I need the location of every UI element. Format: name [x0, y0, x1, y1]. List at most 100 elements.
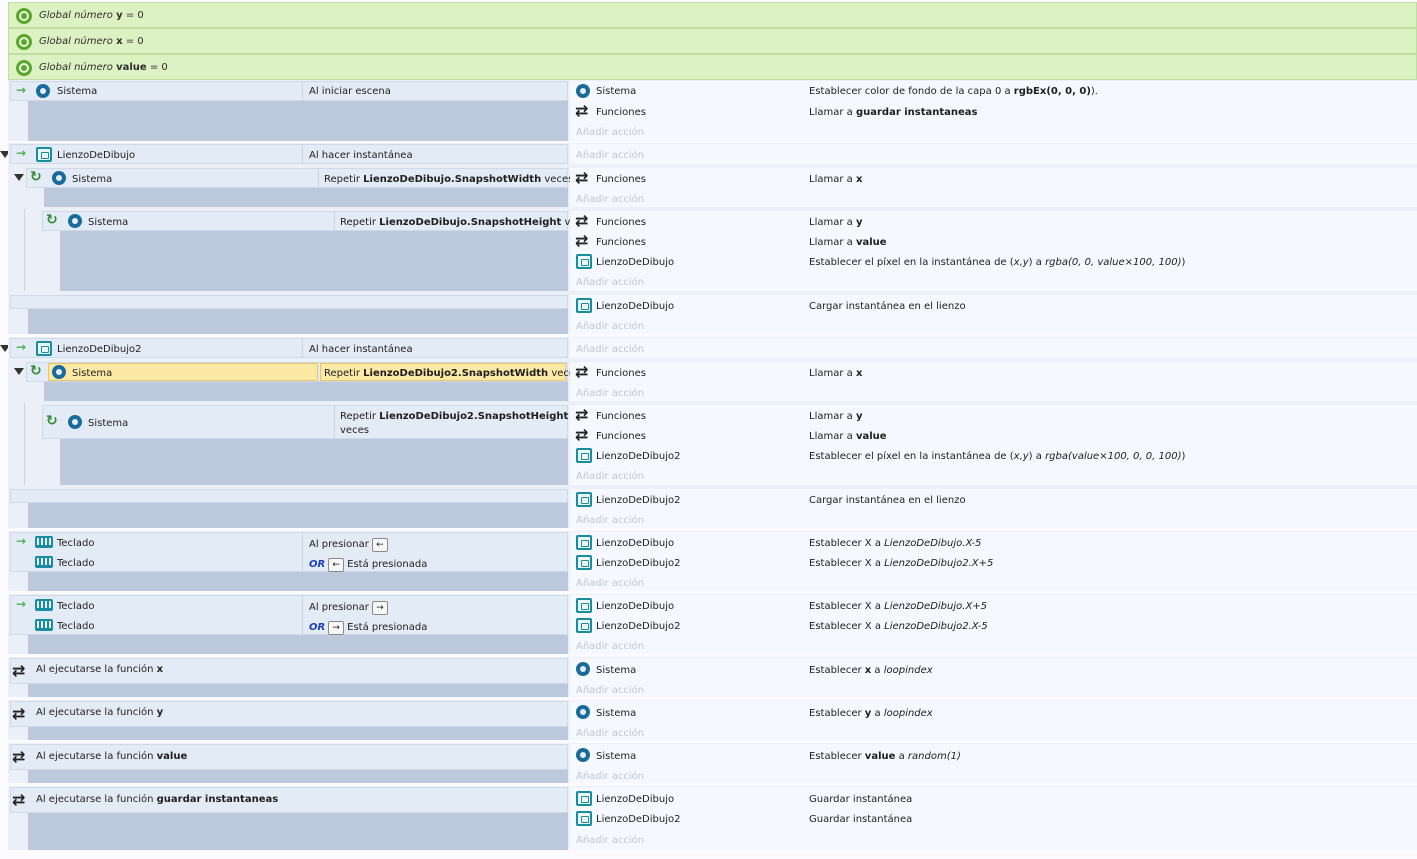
object-name: Teclado — [57, 621, 95, 632]
object-name: Teclado — [57, 558, 95, 569]
add-action-link[interactable]: Añadir acción — [576, 321, 644, 332]
loop-icon: ↻ — [30, 363, 42, 379]
right-arrow-key: → — [328, 621, 344, 635]
action-set-var[interactable]: Establecer x a loopindex — [809, 665, 933, 676]
global-variable-x[interactable]: Global número x = 0 — [8, 28, 1417, 54]
function-icon: ⇄ — [575, 211, 589, 230]
condition-text: Al hacer instantánea — [309, 344, 413, 355]
keyboard-icon — [35, 536, 53, 548]
add-action-link[interactable]: Añadir acción — [576, 388, 644, 399]
action-set-var[interactable]: Establecer y a loopindex — [809, 708, 933, 719]
action-call-value[interactable]: Llamar a value — [809, 431, 887, 442]
function-icon: ⇄ — [12, 790, 26, 809]
loop-icon: ↻ — [46, 413, 58, 429]
global-prefix: Global número — [39, 62, 113, 73]
empty-condition-row[interactable] — [10, 295, 568, 309]
condition-repeat-width: Repetir LienzoDeDibujo.SnapshotWidth vec… — [324, 174, 574, 185]
add-action-link[interactable]: Añadir acción — [576, 685, 644, 696]
object-name: Sistema — [72, 174, 113, 185]
action-object: LienzoDeDibujo — [596, 794, 675, 805]
action-call-function[interactable]: Llamar a guardar instantaneas — [809, 107, 978, 118]
action-set-x[interactable]: Establecer X a LienzoDeDibujo.X-5 — [809, 538, 981, 549]
add-action-link[interactable]: Añadir acción — [576, 771, 644, 782]
condition-repeat-width: Repetir LienzoDeDibujo2.SnapshotWidth ve… — [324, 368, 581, 379]
global-variable-value[interactable]: Global número value = 0 — [8, 54, 1417, 80]
add-action-link[interactable]: Añadir acción — [576, 277, 644, 288]
add-action-link[interactable]: Añadir acción — [576, 344, 644, 355]
action-call-x[interactable]: Llamar a x — [809, 368, 862, 379]
add-action-link[interactable]: Añadir acción — [576, 471, 644, 482]
collapse-triangle-icon[interactable] — [14, 174, 24, 181]
loop-icon: ↻ — [30, 169, 42, 185]
action-set-x[interactable]: Establecer X a LienzoDeDibujo.X+5 — [809, 601, 987, 612]
gear-icon — [36, 84, 50, 98]
add-action-link[interactable]: Añadir acción — [576, 835, 644, 846]
condition-repeat-suffix: veces — [340, 425, 369, 436]
drawing-canvas-icon — [576, 811, 592, 826]
action-set-pixel[interactable]: Establecer el píxel en la instantánea de… — [809, 451, 1185, 462]
action-save-snapshot[interactable]: Guardar instantánea — [809, 814, 912, 825]
function-title: Al ejecutarse la función guardar instant… — [36, 794, 279, 805]
action-call-y[interactable]: Llamar a y — [809, 217, 862, 228]
add-action-link[interactable]: Añadir acción — [576, 641, 644, 652]
drawing-canvas-icon — [576, 555, 592, 570]
add-action-link[interactable]: Añadir acción — [576, 150, 644, 161]
add-action-link[interactable]: Añadir acción — [576, 127, 644, 138]
condition-on-press: Al presionar ← — [309, 538, 388, 552]
drawing-canvas-icon — [576, 791, 592, 806]
add-action-link[interactable]: Añadir acción — [576, 728, 644, 739]
gear-icon — [52, 365, 66, 379]
global-prefix: Global número — [39, 10, 113, 21]
drawing-canvas-icon — [576, 448, 592, 463]
action-save-snapshot[interactable]: Guardar instantánea — [809, 794, 912, 805]
add-action-link[interactable]: Añadir acción — [576, 194, 644, 205]
empty-condition-row[interactable] — [10, 489, 568, 503]
globe-icon — [16, 8, 32, 24]
action-set-x[interactable]: Establecer X a LienzoDeDibujo2.X-5 — [809, 621, 988, 632]
global-name: y — [116, 10, 123, 21]
function-icon: ⇄ — [575, 425, 589, 444]
add-action-link[interactable]: Añadir acción — [576, 578, 644, 589]
action-call-x[interactable]: Llamar a x — [809, 174, 862, 185]
drawing-canvas-icon — [36, 147, 52, 162]
action-object: LienzoDeDibujo — [596, 601, 675, 612]
trigger-arrow-icon: → — [16, 340, 27, 354]
condition-text: Al hacer instantánea — [309, 150, 413, 161]
action-object: LienzoDeDibujo — [596, 538, 675, 549]
action-load-snapshot[interactable]: Cargar instantánea en el lienzo — [809, 301, 966, 312]
drawing-canvas-icon — [36, 341, 52, 356]
action-call-y[interactable]: Llamar a y — [809, 411, 862, 422]
action-object: Sistema — [596, 86, 637, 97]
action-object: Funciones — [596, 237, 646, 248]
trigger-arrow-icon: → — [16, 597, 27, 611]
drawing-canvas-icon — [576, 298, 592, 313]
action-object: Funciones — [596, 368, 646, 379]
add-action-link[interactable]: Añadir acción — [576, 515, 644, 526]
action-set-bg-color[interactable]: Establecer color de fondo de la capa 0 a… — [809, 86, 1098, 97]
action-object: LienzoDeDibujo2 — [596, 558, 681, 569]
global-value: = 0 — [125, 36, 144, 47]
action-call-value[interactable]: Llamar a value — [809, 237, 887, 248]
function-icon: ⇄ — [575, 168, 589, 187]
function-icon: ⇄ — [575, 362, 589, 381]
action-object: LienzoDeDibujo2 — [596, 495, 681, 506]
action-load-snapshot[interactable]: Cargar instantánea en el lienzo — [809, 495, 966, 506]
globe-icon — [16, 34, 32, 50]
action-object: LienzoDeDibujo2 — [596, 451, 681, 462]
function-icon: ⇄ — [575, 231, 589, 250]
trigger-arrow-icon: → — [16, 146, 27, 160]
action-object: Funciones — [596, 107, 646, 118]
collapse-triangle-icon[interactable] — [14, 368, 24, 375]
action-set-var[interactable]: Establecer value a random(1) — [809, 751, 961, 762]
action-object: Sistema — [596, 751, 637, 762]
action-object: Sistema — [596, 665, 637, 676]
function-icon: ⇄ — [575, 405, 589, 424]
action-object: LienzoDeDibujo — [596, 257, 675, 268]
drawing-canvas-icon — [576, 535, 592, 550]
function-title: Al ejecutarse la función value — [36, 751, 188, 762]
trigger-arrow-icon: → — [16, 83, 27, 97]
global-variable-y[interactable]: Global número y = 0 — [8, 2, 1417, 28]
action-set-pixel[interactable]: Establecer el píxel en la instantánea de… — [809, 257, 1185, 268]
drawing-canvas-icon — [576, 254, 592, 269]
action-set-x[interactable]: Establecer X a LienzoDeDibujo2.X+5 — [809, 558, 993, 569]
